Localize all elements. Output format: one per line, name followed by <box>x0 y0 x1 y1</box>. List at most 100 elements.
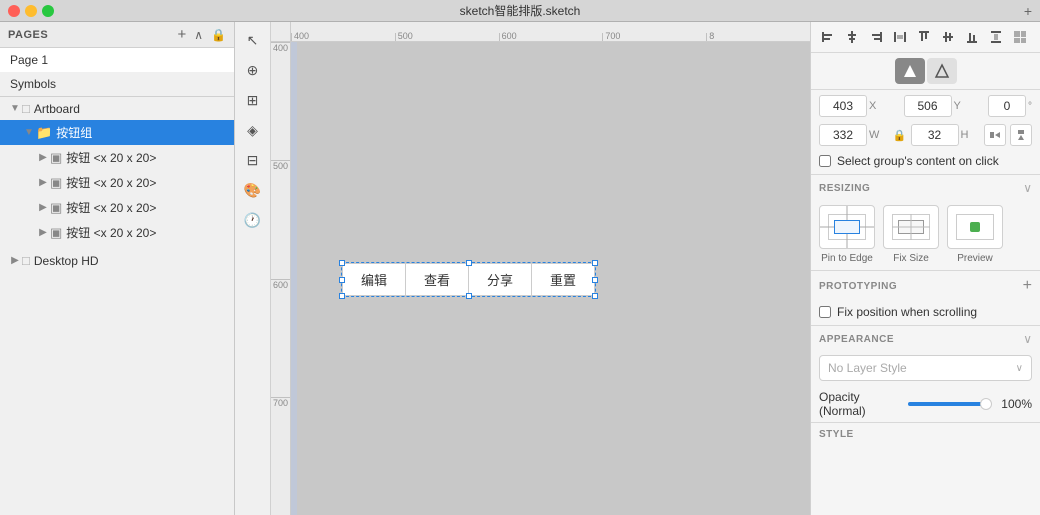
canvas-body[interactable]: 400 500 600 700 <box>271 42 810 515</box>
layer-desktop-hd[interactable]: ▶ □ Desktop HD <box>0 249 234 272</box>
add-page-button[interactable]: + <box>177 26 186 43</box>
selection-handle-ml[interactable] <box>339 277 345 283</box>
select-group-checkbox[interactable] <box>819 155 831 167</box>
page-item-page1[interactable]: Page 1 <box>0 48 234 72</box>
opacity-row: Opacity (Normal) 100% <box>811 386 1040 422</box>
resizing-collapse-button[interactable]: ∨ <box>1023 181 1032 195</box>
border-tab[interactable] <box>927 58 957 84</box>
buttons-row: 编辑 查看 分享 重置 <box>342 263 595 296</box>
new-tab-button[interactable]: + <box>1024 3 1032 19</box>
sidebar: PAGES + ∧ 🔒 Page 1 Symbols ▼ □ Artboard <box>0 22 235 515</box>
close-button[interactable] <box>8 5 20 17</box>
window-controls[interactable] <box>8 5 54 17</box>
align-top-button[interactable] <box>913 26 935 48</box>
style-title: STYLE <box>819 429 854 440</box>
color-tool[interactable]: 🎨 <box>239 176 267 204</box>
h-input[interactable] <box>911 124 959 146</box>
selection-handle-br[interactable] <box>592 293 598 299</box>
expand-toggle[interactable]: ▶ <box>36 177 50 188</box>
prototyping-add-button[interactable]: + <box>1023 277 1032 295</box>
layer-style-row: No Layer Style ∨ <box>811 350 1040 386</box>
selection-handle-bm[interactable] <box>466 293 472 299</box>
edit-button[interactable]: 编辑 <box>342 263 405 296</box>
group-icon: ▣ <box>50 225 62 241</box>
page-label: Page 1 <box>10 53 48 67</box>
pin-to-edge-box <box>819 205 875 249</box>
opacity-thumb[interactable] <box>980 398 992 410</box>
main-area: PAGES + ∧ 🔒 Page 1 Symbols ▼ □ Artboard <box>0 22 1040 515</box>
clock-tool[interactable]: 🕐 <box>239 206 267 234</box>
align-middle-button[interactable] <box>937 26 959 48</box>
share-button[interactable]: 分享 <box>468 263 531 296</box>
arrange-tool[interactable]: ⊟ <box>239 146 267 174</box>
group-icon: ▣ <box>50 150 62 166</box>
layer-button-group[interactable]: ▼ 📁 按钮组 <box>0 120 234 145</box>
maximize-button[interactable] <box>42 5 54 17</box>
view-button[interactable]: 查看 <box>405 263 468 296</box>
fill-tab[interactable] <box>895 58 925 84</box>
canvas-content[interactable]: 编辑 查看 分享 重置 <box>291 42 810 515</box>
expand-toggle[interactable]: ▶ <box>36 152 50 163</box>
select-tool[interactable]: ↖ <box>239 26 267 54</box>
resizing-title: RESIZING <box>819 183 870 194</box>
reset-button[interactable]: 重置 <box>531 263 595 296</box>
grid-tool[interactable]: ⊞ <box>239 86 267 114</box>
x-input[interactable] <box>819 95 867 117</box>
pin-to-edge-label: Pin to Edge <box>821 253 873 264</box>
collapse-pages-button[interactable]: ∧ <box>194 28 203 42</box>
selection-handle-tm[interactable] <box>466 260 472 266</box>
layer-label: Desktop HD <box>34 254 99 268</box>
pin-to-edge-option[interactable]: Pin to Edge <box>819 205 875 264</box>
lock-proportions-icon[interactable]: 🔒 <box>893 129 907 142</box>
rotation-input[interactable] <box>988 95 1026 117</box>
distribute-v-button[interactable] <box>985 26 1007 48</box>
component-tool[interactable]: ◈ <box>239 116 267 144</box>
distribute-h-button[interactable] <box>889 26 911 48</box>
top-ruler: 400 500 600 700 8 <box>271 22 810 42</box>
selection-handle-tr[interactable] <box>592 260 598 266</box>
appearance-collapse-button[interactable]: ∨ <box>1023 332 1032 346</box>
opacity-slider[interactable] <box>908 402 992 406</box>
preview-box <box>947 205 1003 249</box>
align-right-button[interactable] <box>865 26 887 48</box>
align-bottom-button[interactable] <box>961 26 983 48</box>
pages-list: Page 1 Symbols <box>0 48 234 97</box>
fix-position-checkbox[interactable] <box>819 306 831 318</box>
size-row: W 🔒 H <box>811 122 1040 148</box>
expand-toggle[interactable]: ▼ <box>8 103 22 114</box>
w-coord: W <box>819 124 889 146</box>
button-group-canvas[interactable]: 编辑 查看 分享 重置 <box>341 262 596 297</box>
artboard-icon: □ <box>22 253 30 268</box>
rotation-label: ° <box>1028 101 1032 112</box>
layer-label: Artboard <box>34 102 80 116</box>
layer-artboard[interactable]: ▼ □ Artboard <box>0 97 234 120</box>
layer-btn4[interactable]: ▶ ▣ 按钮 <x 20 x 20> <box>0 220 234 245</box>
expand-toggle[interactable]: ▶ <box>36 227 50 238</box>
insert-tool[interactable]: ⊕ <box>239 56 267 84</box>
fix-size-label: Fix Size <box>893 253 929 264</box>
w-input[interactable] <box>819 124 867 146</box>
expand-toggle[interactable]: ▶ <box>36 202 50 213</box>
expand-toggle[interactable]: ▼ <box>22 127 36 138</box>
flip-v-button[interactable] <box>1010 124 1032 146</box>
canvas-area[interactable]: 400 500 600 700 8 400 500 600 700 <box>271 22 810 515</box>
expand-toggle[interactable]: ▶ <box>8 255 22 266</box>
y-input[interactable] <box>904 95 952 117</box>
align-center-h-button[interactable] <box>841 26 863 48</box>
page-item-symbols[interactable]: Symbols <box>0 72 234 96</box>
fix-size-option[interactable]: Fix Size <box>883 205 939 264</box>
layer-btn2[interactable]: ▶ ▣ 按钮 <x 20 x 20> <box>0 170 234 195</box>
selection-handle-bl[interactable] <box>339 293 345 299</box>
lock-icon: 🔒 <box>211 28 226 42</box>
flip-h-button[interactable] <box>984 124 1006 146</box>
selection-handle-tl[interactable] <box>339 260 345 266</box>
layer-btn3[interactable]: ▶ ▣ 按钮 <x 20 x 20> <box>0 195 234 220</box>
layer-btn1[interactable]: ▶ ▣ 按钮 <x 20 x 20> <box>0 145 234 170</box>
layer-style-dropdown[interactable]: No Layer Style ∨ <box>819 355 1032 381</box>
minimize-button[interactable] <box>25 5 37 17</box>
selection-handle-mr[interactable] <box>592 277 598 283</box>
fix-position-row: Fix position when scrolling <box>811 299 1040 325</box>
preview-option[interactable]: Preview <box>947 205 1003 264</box>
align-left-button[interactable] <box>817 26 839 48</box>
more-options-button[interactable] <box>1009 26 1031 48</box>
